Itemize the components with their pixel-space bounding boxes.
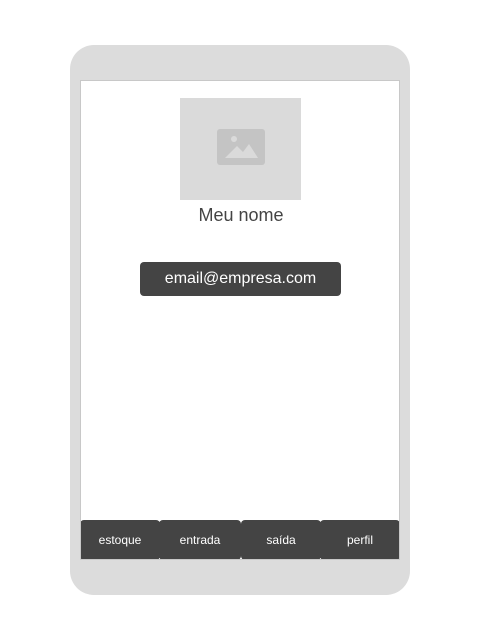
profile-email: email@empresa.com	[140, 262, 341, 296]
tab-perfil[interactable]: perfil	[320, 520, 399, 559]
bottom-tab-bar: estoque entrada saída perfil	[81, 520, 399, 559]
device-frame: Meu nome email@empresa.com estoque entra…	[70, 45, 410, 595]
tab-estoque[interactable]: estoque	[81, 520, 160, 559]
image-placeholder-icon	[216, 128, 265, 170]
avatar	[180, 98, 301, 200]
profile-name: Meu nome	[198, 205, 284, 225]
app-screen: Meu nome email@empresa.com estoque entra…	[80, 80, 400, 560]
tab-saida[interactable]: saída	[241, 520, 321, 559]
tab-entrada[interactable]: entrada	[159, 520, 241, 559]
